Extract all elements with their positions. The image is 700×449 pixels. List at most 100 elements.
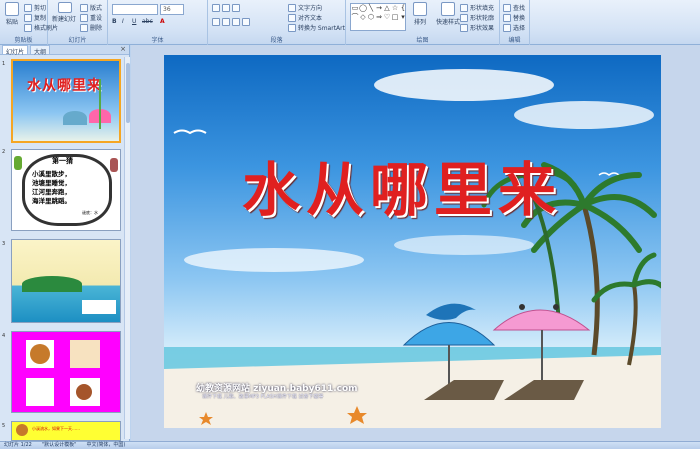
diamond-shape-icon[interactable]: ◇	[359, 13, 367, 22]
cat-eye	[519, 304, 525, 310]
tab-outline[interactable]: 大纲	[30, 45, 51, 56]
shape-effects-button[interactable]: 形状效果	[460, 23, 494, 32]
layout-button[interactable]: 版式	[80, 3, 102, 12]
status-bar: 幻灯片 1/22 "默认设计模板" 中文(简体，中国)	[0, 441, 700, 449]
square-shape-icon[interactable]: □	[391, 13, 399, 22]
rect-shape-icon[interactable]: ▭	[351, 4, 359, 13]
align-text-button[interactable]: 对齐文本	[288, 13, 322, 22]
triangle-shape-icon[interactable]: △	[383, 4, 391, 13]
arrow2-shape-icon[interactable]: ⇒	[375, 13, 383, 22]
reset-icon	[80, 13, 88, 22]
indent-icon	[232, 4, 240, 12]
umbrella-icon	[63, 111, 87, 125]
shape-fill-button[interactable]: 形状填充	[460, 3, 494, 12]
justify-icon	[242, 18, 250, 26]
current-slide[interactable]: 水从哪里来 幼教资源网站 ziyuan.baby611.com 课件下载 儿歌、…	[164, 55, 661, 428]
hex-shape-icon[interactable]: ⬡	[367, 13, 375, 22]
thumb-number: 5	[2, 423, 6, 429]
cut-button[interactable]: 剪切	[24, 3, 46, 12]
clipboard-label: 剪贴板	[14, 37, 33, 44]
goat-icon	[26, 378, 54, 406]
cloud-shape	[394, 235, 534, 255]
scissors-icon	[24, 3, 32, 12]
oval-shape-icon[interactable]: ◯	[359, 4, 367, 13]
line-shape-icon[interactable]: ╲	[367, 4, 375, 13]
quick-styles-button[interactable]: 快速样式	[434, 2, 462, 32]
more-shapes-icon[interactable]: ▾	[399, 13, 407, 22]
font-name-box[interactable]	[112, 4, 158, 15]
smartart-button[interactable]: 转换为 SmartArt	[288, 23, 345, 32]
paste-button[interactable]: 粘贴	[2, 2, 22, 32]
slide-thumb-3[interactable]	[11, 239, 121, 323]
new-slide-button[interactable]: 新建幻灯片	[52, 2, 78, 32]
underline-button[interactable]: U	[132, 18, 136, 25]
reset-button[interactable]: 重设	[80, 13, 102, 22]
heart-shape-icon[interactable]: ♡	[383, 13, 391, 22]
replace-button[interactable]: 替换	[503, 13, 525, 22]
slide-thumb-4[interactable]	[11, 331, 121, 413]
bear-icon	[16, 424, 28, 436]
panel-scrollbar[interactable]	[124, 57, 130, 439]
effects-icon	[460, 23, 468, 32]
strike-button[interactable]: abc	[142, 18, 153, 25]
language-indicator: 中文(简体，中国)	[86, 442, 126, 448]
tab-slides[interactable]: 幻灯片	[2, 45, 29, 56]
arrange-icon	[413, 2, 427, 16]
slide-thumb-5[interactable]: 小溪流水，如果下一天……	[11, 421, 121, 441]
seagull-icon	[598, 172, 620, 176]
cat-eye	[553, 304, 559, 310]
squirrel-icon	[70, 378, 100, 406]
fill-icon	[460, 3, 468, 12]
brush-icon	[24, 23, 32, 32]
shapes-gallery[interactable]: ▭ ◯ ╲ → △ ☆{ ⌒ ◇ ⬡ ⇒ ♡ □ ▾	[350, 3, 406, 31]
numbering-icon	[222, 4, 230, 12]
thumb-answer: 谜底：水	[82, 210, 98, 215]
delete-slide-button[interactable]: 删除	[80, 23, 102, 32]
paragraph-group: 文字方向 对齐文本 转换为 SmartArt 段落	[208, 0, 346, 45]
binoculars-icon	[503, 3, 511, 12]
align-right-icon	[232, 18, 240, 26]
editing-group: 查找 替换 选择 编辑	[500, 0, 530, 45]
thumb-lines: 小溪里散步， 池塘里睡觉， 江河里奔跑， 海洋里跳蹈。	[32, 170, 71, 205]
thumb-heading: 第一猜	[52, 157, 73, 165]
slides-label: 幻灯片	[68, 37, 87, 44]
panel-tabs: 幻灯片 大纲 ×	[0, 45, 129, 56]
arrange-button[interactable]: 排列	[410, 2, 430, 32]
replace-icon	[503, 13, 511, 22]
thumb-text: 小溪流水，如果下一天……	[32, 426, 80, 431]
font-color-button[interactable]: A	[160, 18, 165, 25]
bullets-button[interactable]	[212, 4, 240, 12]
italic-button[interactable]: I	[122, 18, 124, 25]
editing-label: 编辑	[508, 37, 521, 44]
thumb-number: 1	[2, 61, 6, 67]
palm-trunk	[581, 204, 600, 356]
slides-panel: 幻灯片 大纲 × 1 水从哪里来 2 第一猜 小溪里散步， 池塘里睡觉， 江河里…	[0, 45, 130, 441]
scrollbar-thumb[interactable]	[126, 63, 130, 123]
vase-icon	[14, 156, 22, 170]
island-icon	[22, 276, 82, 292]
slide-thumb-1[interactable]: 水从哪里来	[11, 59, 121, 143]
slide-title[interactable]: 水从哪里来	[242, 143, 562, 227]
slide-thumb-2[interactable]: 第一猜 小溪里散步， 池塘里睡觉， 江河里奔跑， 海洋里跳蹈。 谜底：水	[11, 149, 121, 231]
find-button[interactable]: 查找	[503, 3, 525, 12]
align-text-icon	[288, 13, 296, 22]
arrow-shape-icon[interactable]: →	[375, 4, 383, 13]
text-direction-icon	[288, 3, 296, 12]
bear-icon	[26, 340, 54, 368]
new-slide-icon	[58, 2, 72, 13]
delete-icon	[80, 23, 88, 32]
text-direction-button[interactable]: 文字方向	[288, 3, 322, 12]
bold-button[interactable]: B	[112, 18, 117, 25]
brace-shape-icon[interactable]: {	[399, 4, 407, 13]
select-button[interactable]: 选择	[503, 23, 525, 32]
close-panel-icon[interactable]: ×	[120, 45, 126, 54]
curve-shape-icon[interactable]: ⌒	[351, 13, 359, 22]
slides-group: 新建幻灯片 版式 重设 删除 幻灯片	[48, 0, 108, 45]
star-shape-icon[interactable]: ☆	[391, 4, 399, 13]
copy-button[interactable]: 复制	[24, 13, 46, 22]
font-size-box[interactable]: 36	[160, 4, 184, 15]
font-group: 36 B I U abc A 字体	[108, 0, 208, 45]
slide-background-art	[164, 69, 661, 428]
shape-outline-button[interactable]: 形状轮廓	[460, 13, 494, 22]
align-buttons[interactable]	[212, 18, 250, 26]
